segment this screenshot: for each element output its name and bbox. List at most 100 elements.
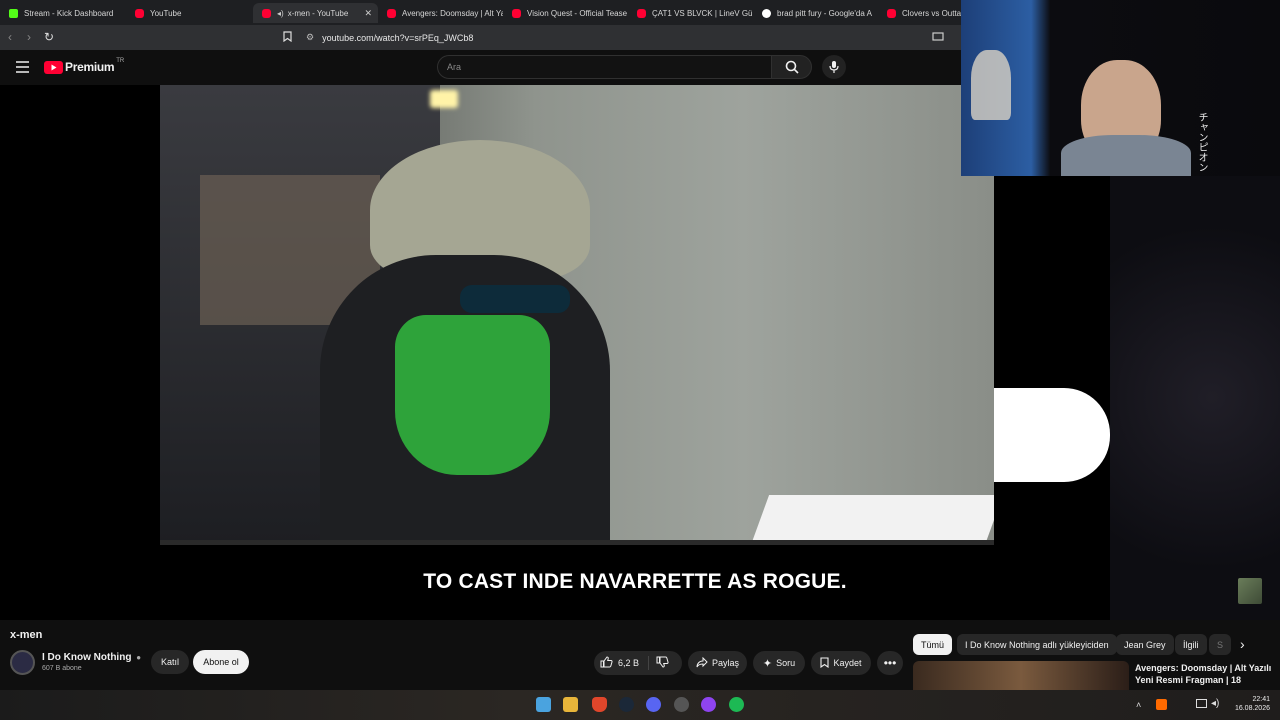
obs-icon[interactable] (674, 697, 689, 712)
share-label: Paylaş (711, 658, 739, 668)
url-field[interactable]: ⚙ youtube.com/watch?v=srPEq_JWCb8 (280, 28, 960, 47)
tab-kick-dashboard[interactable]: Stream - Kick Dashboard (0, 3, 125, 23)
recommended-title[interactable]: Avengers: Doomsday | Alt Yazılı Yeni Res… (1135, 662, 1275, 690)
join-button[interactable]: Katıl (151, 650, 189, 674)
video-light (430, 90, 458, 108)
tab-label: YouTube (150, 8, 182, 18)
ask-button[interactable]: ✦ Soru (753, 651, 805, 675)
webcam-overlay: チャンピオン (961, 0, 1280, 176)
tab-cat1-vs-blvck[interactable]: ÇAT1 VS BLVCK | LineV Günl (628, 3, 753, 23)
channel-name-text: I Do Know Nothing (42, 652, 132, 663)
tab-vision-quest[interactable]: Vision Quest - Official Tease (503, 3, 628, 23)
recommended-title-line1: Avengers: Doomsday | Alt Yazılı (1135, 663, 1272, 673)
back-icon[interactable]: ‹ (8, 30, 12, 44)
channel-avatar[interactable] (10, 650, 35, 675)
recommended-thumbnail[interactable] (913, 661, 1129, 690)
region-code: TR (116, 58, 125, 64)
share-icon (696, 656, 708, 670)
forward-icon[interactable]: › (27, 30, 31, 44)
tab-google-search[interactable]: brad pitt fury - Google'da A (753, 3, 878, 23)
panel-thumbnail[interactable] (1238, 578, 1262, 604)
folder-icon[interactable] (563, 697, 578, 712)
chip-more[interactable]: S (1209, 634, 1231, 655)
video-green-bandana (395, 315, 550, 475)
clock-date: 16.08.2026 (1234, 705, 1270, 712)
volume-icon[interactable]: ◂) (1211, 698, 1219, 709)
voice-search-button[interactable] (822, 55, 846, 79)
webcam-japanese-text: チャンピオン (1196, 112, 1207, 172)
like-count: 6,2 B (618, 658, 640, 668)
speaker-icon: ◂) (277, 8, 284, 18)
tab-avengers-doomsday[interactable]: Avengers: Doomsday | Alt Ya (378, 3, 503, 23)
progress-bar[interactable] (160, 540, 994, 545)
video-frame[interactable] (160, 85, 994, 545)
youtube-premium-logo[interactable]: Premium TR (44, 58, 125, 74)
logo-text: Premium (65, 60, 115, 74)
tab-label: x-men - YouTube (287, 8, 349, 18)
discord-icon[interactable] (646, 697, 661, 712)
webcam-poster-figure (971, 50, 1011, 120)
youtube-icon (512, 8, 521, 18)
brave-browser-icon[interactable] (592, 697, 607, 712)
taskbar-app-icon[interactable] (536, 697, 551, 712)
url-text: youtube.com/watch?v=srPEq_JWCb8 (322, 32, 474, 43)
youtube-icon (135, 8, 144, 18)
tab-xmen-youtube[interactable]: ◂) x-men - YouTube ✕ (253, 3, 378, 23)
chip-from-uploader[interactable]: I Do Know Nothing adlı yükleyiciden (957, 634, 1117, 655)
steam-icon[interactable] (619, 697, 634, 712)
tab-label: brad pitt fury - Google'da A (777, 8, 872, 18)
subscriber-count: 607 B abone (42, 665, 82, 672)
video-title: x-men (10, 629, 43, 641)
search-button[interactable] (771, 55, 812, 79)
video-caption: TO CAST INDE NAVARRETTE AS ROGUE. (423, 570, 847, 593)
recommended-title-line2: Yeni Resmi Fragman | 18 (1135, 675, 1242, 685)
chevron-right-icon[interactable]: › (1240, 636, 1245, 652)
system-clock[interactable]: 22:41 16.08.2026 (1224, 695, 1270, 713)
spotify-icon[interactable] (729, 697, 744, 712)
network-icon[interactable] (1196, 699, 1207, 708)
video-white-shape (994, 388, 1110, 482)
sparkle-icon: ✦ (762, 657, 773, 670)
windows-taskbar (0, 690, 1280, 720)
channel-name[interactable]: I Do Know Nothing ● (42, 652, 141, 663)
kick-icon (9, 8, 18, 18)
search-icon (785, 60, 799, 74)
cast-icon[interactable] (932, 31, 944, 45)
save-button[interactable]: Kaydet (811, 651, 871, 675)
subscribe-button[interactable]: Abone ol (193, 650, 249, 674)
dislike-icon[interactable] (656, 656, 669, 670)
more-actions-button[interactable]: ••• (877, 651, 903, 675)
tray-app-icon[interactable] (1156, 699, 1167, 710)
twitch-icon[interactable] (701, 697, 716, 712)
search-placeholder: Ara (447, 62, 462, 72)
like-divider (648, 656, 649, 670)
chip-related[interactable]: İlgili (1175, 634, 1207, 655)
chip-all[interactable]: Tümü (913, 634, 953, 655)
like-dislike-group: 6,2 B (594, 651, 682, 675)
video-paper (750, 495, 994, 545)
tray-chevron-icon[interactable]: ˄ (1136, 700, 1141, 710)
share-button[interactable]: Paylaş (688, 651, 747, 675)
side-panel-background (1110, 175, 1280, 620)
tab-label: Avengers: Doomsday | Alt Ya (402, 8, 503, 18)
tab-label: ÇAT1 VS BLVCK | LineV Günl (652, 8, 753, 18)
google-icon (762, 8, 771, 18)
save-label: Kaydet (833, 658, 862, 668)
close-tab-icon[interactable]: ✕ (364, 8, 372, 19)
video-sunglasses (460, 285, 570, 313)
more-icon: ••• (883, 656, 897, 670)
youtube-icon (637, 8, 646, 18)
search-input[interactable]: Ara (437, 55, 771, 79)
chip-jean-grey[interactable]: Jean Grey (1116, 634, 1174, 655)
site-info-icon[interactable]: ⚙ (306, 32, 314, 43)
tab-label: Stream - Kick Dashboard (24, 8, 114, 18)
youtube-icon (262, 8, 271, 18)
menu-icon[interactable] (16, 60, 29, 78)
reload-icon[interactable]: ↻ (44, 30, 54, 44)
ask-label: Soru (776, 658, 796, 668)
tab-clovers[interactable]: Clovers vs Outta E (878, 3, 963, 23)
tab-label: Vision Quest - Official Tease (527, 8, 628, 18)
tab-youtube[interactable]: YouTube (126, 3, 251, 23)
microphone-icon (829, 61, 839, 73)
like-icon[interactable] (600, 656, 613, 670)
